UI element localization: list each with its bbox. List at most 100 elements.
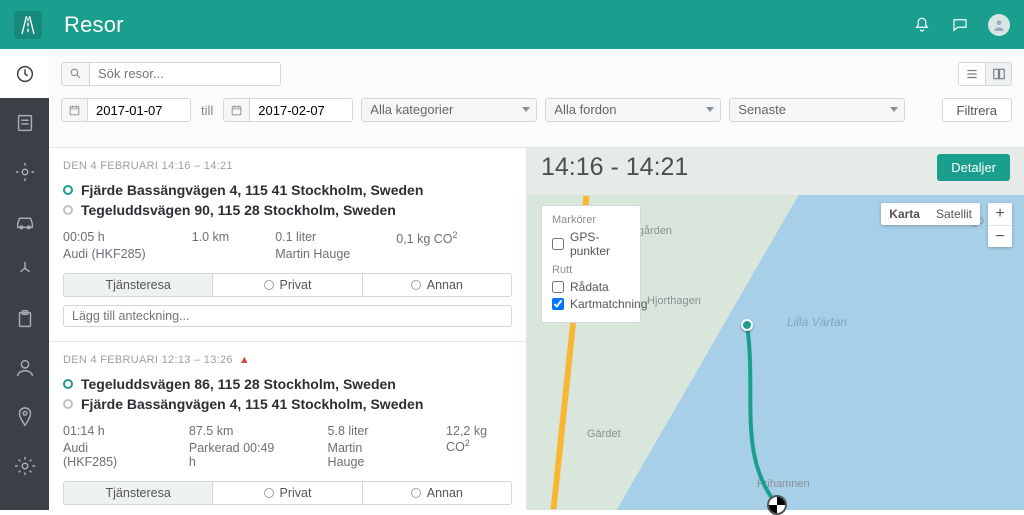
stat-vehicle: Audi (HKF285) (63, 247, 146, 261)
trip-list[interactable]: DEN 4 FEBRUARI 14:16 – 14:21 Fjärde Bass… (49, 147, 527, 510)
trip-datestamp: DEN 4 FEBRUARI 12:13 – 13:26 ▲ (63, 354, 512, 366)
layer-matched-toggle[interactable]: Kartmatchning (552, 297, 630, 311)
search-icon[interactable] (62, 63, 90, 85)
trip-from: Fjärde Bassängvägen 4, 115 41 Stockholm,… (63, 180, 512, 200)
stat-driver: Martin Hauge (275, 247, 350, 261)
maptype-map[interactable]: Karta (881, 203, 928, 225)
trip-card: DEN 4 FEBRUARI 14:16 – 14:21 Fjärde Bass… (49, 147, 526, 341)
chevron-down-icon (522, 107, 530, 112)
till-label: till (201, 103, 213, 118)
layer-gps-toggle[interactable]: GPS-punkter (552, 230, 630, 258)
vehicle-select-label: Alla fordon (554, 102, 616, 117)
stat-parked: Parkerad 00:49 h (189, 441, 282, 469)
date-to-wrap (223, 98, 353, 122)
nav-vehicles[interactable] (0, 196, 49, 245)
route-header: Rutt (552, 264, 630, 276)
trip-from: Tegeluddsvägen 86, 115 28 Stockholm, Swe… (63, 374, 512, 394)
map-layers-panel: Markörer GPS-punkter Rutt Rådata Kartmat… (541, 205, 641, 323)
nav-users[interactable] (0, 343, 49, 392)
map-title: 14:16 - 14:21 (541, 153, 688, 182)
nav-map-pin[interactable] (0, 392, 49, 441)
radio-icon (411, 488, 421, 498)
stat-co2: 0,1 kg CO2 (396, 230, 457, 246)
seg-business[interactable]: Tjänsteresa (64, 274, 212, 296)
sort-select[interactable]: Senaste (729, 98, 905, 122)
date-to-input[interactable] (250, 99, 352, 121)
radio-icon (264, 280, 274, 290)
trip-datestamp: DEN 4 FEBRUARI 14:16 – 14:21 (63, 160, 512, 172)
nav-settings[interactable] (0, 441, 49, 490)
maptype-satellite[interactable]: Satellit (928, 203, 980, 225)
view-list-button[interactable] (959, 63, 985, 85)
search-input[interactable] (90, 63, 280, 85)
zoom-out-button[interactable]: − (988, 225, 1012, 247)
stat-driver: Martin Hauge (328, 441, 401, 469)
chat-icon[interactable] (950, 15, 970, 35)
page-title: Resor (64, 12, 124, 38)
map-type-toggle: Karta Satellit (881, 203, 980, 225)
seg-other[interactable]: Annan (362, 482, 511, 504)
stat-co2: 12,2 kg CO2 (446, 424, 512, 454)
radio-icon (411, 280, 421, 290)
stat-vehicle: Audi (HKF285) (63, 441, 143, 469)
stop-start-icon (63, 185, 73, 195)
zoom-in-button[interactable]: + (988, 203, 1012, 225)
chevron-down-icon (890, 107, 898, 112)
stop-start-icon (63, 379, 73, 389)
trip-category-toggle: Tjänsteresa Privat Annan (63, 481, 512, 505)
chevron-down-icon (706, 107, 714, 112)
filter-button[interactable]: Filtrera (942, 98, 1012, 122)
seg-business[interactable]: Tjänsteresa (64, 482, 212, 504)
details-button[interactable]: Detaljer (937, 154, 1010, 181)
top-bar: Resor (0, 0, 1024, 49)
nav-reports[interactable] (0, 98, 49, 147)
markers-header: Markörer (552, 214, 630, 226)
main-area: till Alla kategorier Alla fordon Senaste… (49, 49, 1024, 510)
stop-end-icon (63, 399, 73, 409)
notifications-icon[interactable] (912, 15, 932, 35)
trip-note-input[interactable] (63, 305, 512, 327)
vehicle-select[interactable]: Alla fordon (545, 98, 721, 122)
seg-private[interactable]: Privat (212, 482, 361, 504)
view-split-button[interactable] (985, 63, 1011, 85)
trip-to: Tegeluddsvägen 90, 115 28 Stockholm, Swe… (63, 200, 512, 220)
road-icon (18, 15, 38, 35)
calendar-icon[interactable] (224, 99, 250, 121)
stat-distance: 1.0 km (192, 230, 230, 244)
sort-select-label: Senaste (738, 102, 786, 117)
date-from-wrap (61, 98, 191, 122)
map-zoom-controls: + − (988, 203, 1012, 247)
view-toggle (958, 62, 1012, 86)
trip-to: Fjärde Bassängvägen 4, 115 41 Stockholm,… (63, 394, 512, 414)
calendar-icon[interactable] (62, 99, 88, 121)
map-pane: 14:16 - 14:21 Detaljer Norra Djurgården … (527, 147, 1024, 510)
trip-stats: 00:05 hAudi (HKF285) 1.0 km 0.1 literMar… (63, 230, 512, 261)
stat-fuel: 0.1 liter (275, 230, 350, 244)
map-end-marker (767, 495, 787, 515)
map-start-marker (741, 319, 753, 331)
left-sidebar (0, 49, 49, 510)
trip-card: DEN 4 FEBRUARI 12:13 – 13:26 ▲ Tegeludds… (49, 341, 526, 510)
date-from-input[interactable] (88, 99, 190, 121)
nav-routes[interactable] (0, 245, 49, 294)
warning-icon: ▲ (239, 354, 250, 366)
content-split: DEN 4 FEBRUARI 14:16 – 14:21 Fjärde Bass… (49, 147, 1024, 510)
user-avatar[interactable] (988, 14, 1010, 36)
app-logo (14, 11, 42, 39)
search-box (61, 62, 281, 86)
nav-places[interactable] (0, 147, 49, 196)
stop-end-icon (63, 205, 73, 215)
nav-clipboard[interactable] (0, 294, 49, 343)
seg-other[interactable]: Annan (362, 274, 511, 296)
radio-icon (264, 488, 274, 498)
filter-bar: till Alla kategorier Alla fordon Senaste… (49, 98, 1024, 136)
nav-trips[interactable] (0, 49, 49, 98)
trip-stats: 01:14 h Audi (HKF285) 87.5 km Parkerad 00:… (63, 424, 512, 469)
layer-raw-toggle[interactable]: Rådata (552, 280, 630, 294)
stat-duration: 01:14 h (63, 424, 143, 438)
seg-private[interactable]: Privat (212, 274, 361, 296)
trip-category-toggle: Tjänsteresa Privat Annan (63, 273, 512, 297)
category-select[interactable]: Alla kategorier (361, 98, 537, 122)
category-select-label: Alla kategorier (370, 102, 453, 117)
stat-distance: 87.5 km (189, 424, 282, 438)
